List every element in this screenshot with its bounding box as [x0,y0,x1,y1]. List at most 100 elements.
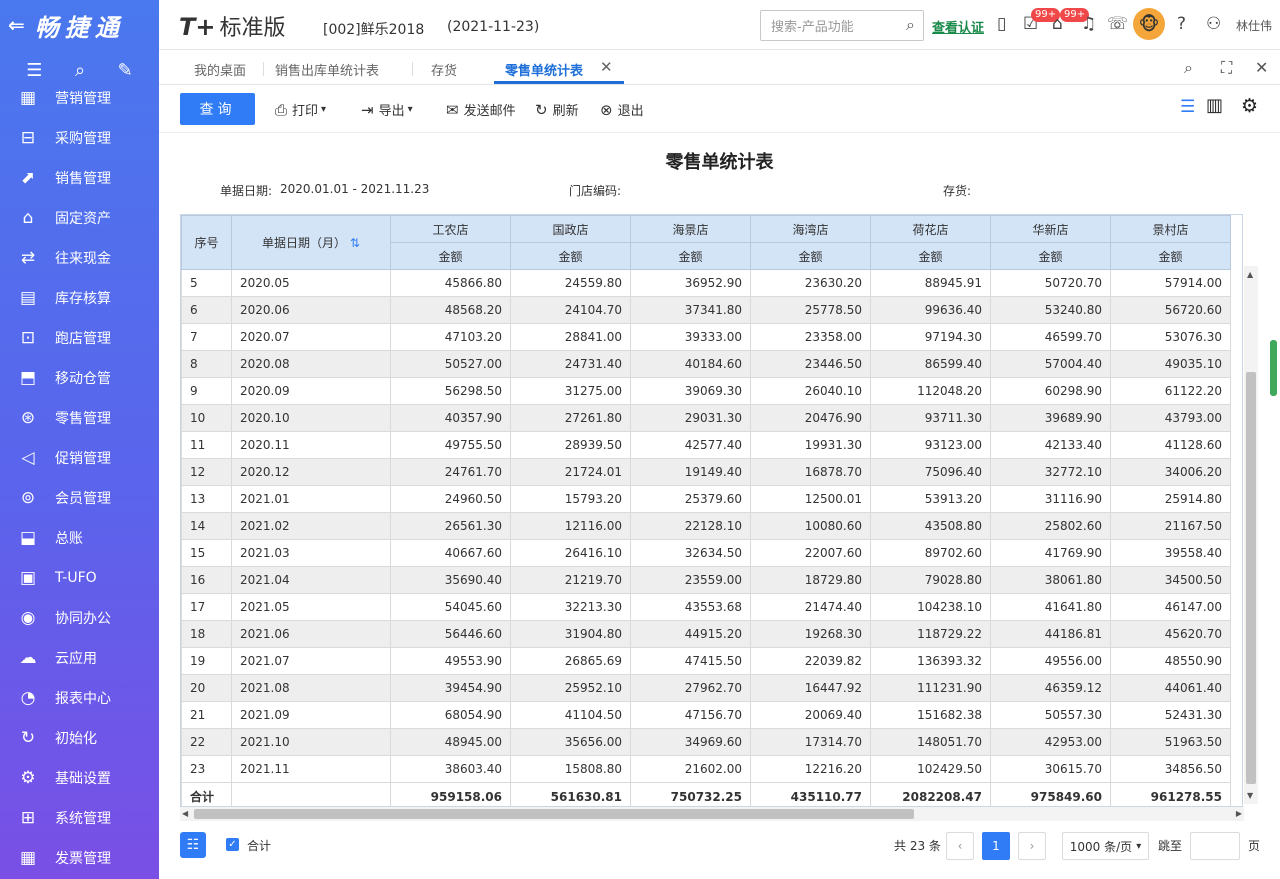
table-row[interactable]: 9 2020.09 56298.50 31275.00 39069.30 26040.10… [181,377,1231,405]
page-size-select[interactable]: 1000 条/页 ▾ [1062,832,1149,860]
sidebar-item[interactable]: ⊛ 零售管理 [0,398,159,438]
table-row[interactable]: 21 2021.09 68054.90 41104.50 47156.70 20069.4… [181,701,1231,729]
close-icon[interactable]: ✕ [1255,58,1268,77]
table-row[interactable]: 8 2020.08 50527.00 24731.40 40184.60 23446.50… [181,350,1231,378]
avatar[interactable]: 🐵 [1133,8,1165,40]
cell-amount: 104238.10 [870,593,991,621]
tab-desktop[interactable]: 我的桌面 [194,60,246,79]
horizontal-scrollbar[interactable]: ◀ ▶ [180,807,1244,821]
sidebar-logo[interactable]: ⇐ 畅捷通 [0,0,159,50]
sidebar-item[interactable]: ◔ 报表中心 [0,678,159,718]
account-name[interactable]: [002]鲜乐2018 [323,19,424,39]
table-row[interactable]: 20 2021.08 39454.90 25952.10 27962.70 16447.9… [181,674,1231,702]
tab-inventory[interactable]: 存货 [431,60,457,79]
sidebar-item[interactable]: ◁ 促销管理 [0,438,159,478]
vertical-scroll-thumb[interactable] [1246,372,1256,784]
table-row[interactable]: 14 2021.02 26561.30 12116.00 22128.10 10080.6… [181,512,1231,540]
table-row[interactable]: 16 2021.04 35690.40 21219.70 23559.00 18729.8… [181,566,1231,594]
table-row[interactable]: 15 2021.03 40667.60 26416.10 32634.50 22007.6… [181,539,1231,567]
col-header-date[interactable]: 单据日期（月） ⇅ [231,215,391,270]
sidebar-item[interactable]: ⇄ 往来现金 [0,238,159,278]
cell-amount: 21219.70 [510,566,631,594]
table-row[interactable]: 7 2020.07 47103.20 28841.00 39333.00 23358.00… [181,323,1231,351]
tab-retail-stats[interactable]: 零售单统计表 [505,60,583,79]
search-input[interactable]: 搜索-产品功能 ⌕ [760,10,924,41]
query-button[interactable]: 查询 [180,93,255,125]
sidebar-item[interactable]: ☁ 云应用 [0,638,159,678]
help-icon[interactable]: ? [1177,14,1186,34]
scroll-left-icon[interactable]: ◀ [182,809,188,818]
next-page-button[interactable]: › [1018,832,1046,860]
refresh-button[interactable]: ↻ 刷新 [535,100,579,120]
verify-link[interactable]: 查看认证 [932,17,984,36]
table-row[interactable]: 18 2021.06 56446.60 31904.80 44915.20 19268.3… [181,620,1231,648]
cell-amount: 60298.90 [990,377,1111,405]
table-row[interactable]: 6 2020.06 48568.20 24104.70 37341.80 25778.50… [181,296,1231,324]
vertical-scrollbar[interactable]: ▲ ▼ [1244,266,1258,804]
sidebar-item[interactable]: ▣ T-UFO [0,558,159,598]
sidebar-item[interactable]: ▦ 发票管理 [0,838,159,878]
cell-amount: 26561.30 [390,512,511,540]
table-row[interactable]: 23 2021.11 38603.40 15808.80 21602.00 12216.2… [181,755,1231,783]
message-icon[interactable]: ⌂ 99+ [1052,8,1090,34]
send-mail-button[interactable]: ✉ 发送邮件 [446,100,516,120]
sidebar-item[interactable]: ⌂ 固定资产 [0,198,159,238]
table-row[interactable]: 13 2021.01 24960.50 15793.20 25379.60 12500.0… [181,485,1231,513]
scroll-right-icon[interactable]: ▶ [1236,809,1242,818]
sidebar-item[interactable]: ⬒ 移动仓管 [0,358,159,398]
scroll-up-icon[interactable]: ▲ [1247,270,1253,279]
sidebar-item[interactable]: ⊞ 系统管理 [0,798,159,838]
sidebar-item[interactable]: ⊡ 跑店管理 [0,318,159,358]
close-tab-icon[interactable]: ✕ [600,58,613,76]
user-name[interactable]: 林仕伟 [1236,17,1272,34]
cell-amount: 12500.01 [750,485,871,513]
sidebar-item[interactable]: ▤ 库存核算 [0,278,159,318]
table-row[interactable]: 17 2021.05 54045.60 32213.30 43553.68 21474.4… [181,593,1231,621]
sidebar-item[interactable]: ▦ 营销管理 [0,78,159,118]
user-icon[interactable]: ⚇ [1206,14,1221,34]
sidebar-item[interactable]: ◉ 协同办公 [0,598,159,638]
table-row[interactable]: 12 2020.12 24761.70 21724.01 19149.40 16878.7… [181,458,1231,486]
sidebar-item[interactable]: ⊟ 采购管理 [0,118,159,158]
table-row[interactable]: 11 2020.11 49755.50 28939.50 42577.40 19931.3… [181,431,1231,459]
search-icon[interactable]: ⌕ [906,15,915,35]
sidebar-item[interactable]: ⚙ 基础设置 [0,758,159,798]
scroll-down-icon[interactable]: ▼ [1247,791,1253,800]
cell-amount: 40667.60 [390,539,511,567]
horizontal-scroll-thumb[interactable] [194,809,914,819]
back-arrow-icon[interactable]: ⇐ [8,13,25,37]
sidebar-item[interactable]: ↻ 初始化 [0,718,159,758]
cell-date: 2021.07 [231,647,391,675]
print-button[interactable]: ⎙ 打印 ▾ [275,100,326,120]
document-icon[interactable]: ▯ [997,14,1006,34]
search-icon[interactable]: ⌕ [1184,58,1193,78]
menu-item-icon: ◔ [20,688,36,708]
settings-gear-icon[interactable]: ⚙ [1241,95,1258,117]
phone-icon[interactable]: ☏ [1107,14,1128,34]
sidebar-item[interactable]: ⊚ 会员管理 [0,478,159,518]
table-row[interactable]: 5 2020.05 45866.80 24559.80 36952.90 23630.20… [181,269,1231,297]
export-button[interactable]: ⇥ 导出 ▾ [361,100,413,120]
tab-sales-outbound[interactable]: 销售出库单统计表 [275,60,379,79]
sort-icon[interactable]: ⇅ [346,236,360,250]
side-handle[interactable] [1270,340,1277,396]
bell-icon[interactable]: ♫ [1081,14,1096,34]
column-settings-icon[interactable]: ☷ [180,832,206,858]
fullscreen-icon[interactable]: ⛶ [1221,58,1232,78]
table-row[interactable]: 10 2020.10 40357.90 27261.80 29031.30 20476.9… [181,404,1231,432]
tasks-icon[interactable]: ☑ 99+ [1023,8,1061,34]
cell-amount: 43553.68 [630,593,751,621]
current-page-button[interactable]: 1 [982,832,1010,860]
exit-button[interactable]: ⊗ 退出 [600,100,644,120]
chart-view-icon[interactable]: ▥ [1206,95,1223,116]
table-row[interactable]: 19 2021.07 49553.90 26865.69 47415.50 22039.8… [181,647,1231,675]
table-row[interactable]: 22 2021.10 48945.00 35656.00 34969.60 17314.7… [181,728,1231,756]
cell-amount: 16878.70 [750,458,871,486]
sum-checkbox[interactable]: ✓ [226,838,239,851]
list-view-icon[interactable]: ☰ [1180,97,1195,117]
sidebar-item[interactable]: ⬓ 总账 [0,518,159,558]
prev-page-button[interactable]: ‹ [946,832,974,860]
jump-page-input[interactable] [1190,832,1240,860]
cell-seq: 16 [181,566,232,594]
sidebar-item[interactable]: ⬈ 销售管理 [0,158,159,198]
